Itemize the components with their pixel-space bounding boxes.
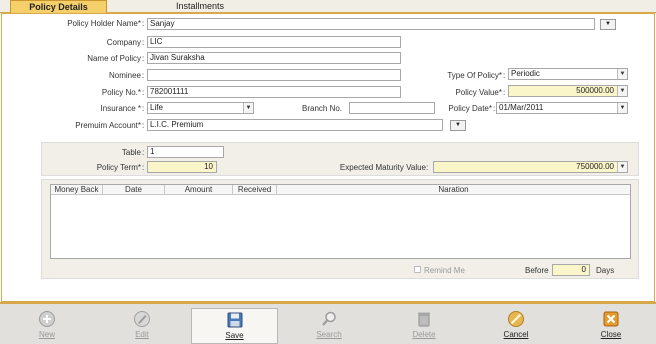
policy-no-field[interactable]: 782001111 xyxy=(147,86,401,98)
colon: : xyxy=(503,88,506,97)
remind-me-label: Remind Me xyxy=(424,266,465,275)
floppy-disk-icon xyxy=(227,312,242,328)
policy-holder-dropdown-button[interactable]: ▼ xyxy=(600,19,616,30)
search-button[interactable]: Search xyxy=(299,308,359,344)
table-field[interactable]: 1 xyxy=(147,146,224,158)
policy-value-field[interactable]: 500000.00 ▼ xyxy=(508,85,628,97)
policy-term-label: Policy Term* xyxy=(96,163,141,172)
company-label: Company xyxy=(106,38,141,47)
tab-bar: Policy Details Installments xyxy=(0,0,656,13)
trash-icon xyxy=(418,312,430,327)
before-days-field[interactable]: 0 xyxy=(552,264,590,276)
colon: : xyxy=(142,104,145,113)
colon: : xyxy=(142,88,145,97)
policy-date-label: Policy Date* xyxy=(448,104,492,113)
magnifier-icon xyxy=(322,311,336,326)
premium-account-label: Premuim Account* xyxy=(75,121,141,130)
cancel-icon xyxy=(508,311,524,327)
edit-button[interactable]: Edit xyxy=(112,308,172,344)
maturity-value-label: Expected Maturity Value xyxy=(339,163,426,172)
policy-value-label: Policy Value* xyxy=(455,88,502,97)
premium-account-dropdown-button[interactable]: ▼ xyxy=(450,120,466,131)
nominee-field[interactable] xyxy=(147,69,401,81)
new-button[interactable]: New xyxy=(17,308,77,344)
premium-account-field[interactable]: L.I.C. Premium xyxy=(147,119,443,131)
name-of-policy-field[interactable]: Jivan Suraksha xyxy=(147,52,401,64)
policy-date-field[interactable]: 01/Mar/2011 ▼ xyxy=(496,102,628,114)
close-button[interactable]: Close xyxy=(581,308,641,344)
type-of-policy-select[interactable]: Periodic ▼ xyxy=(508,68,628,80)
colon: : xyxy=(493,104,496,113)
colon: : xyxy=(142,163,145,172)
insurance-label: Insurance * xyxy=(100,104,141,113)
close-icon xyxy=(603,311,619,327)
colon: : xyxy=(142,54,145,63)
chevron-down-icon[interactable]: ▼ xyxy=(617,162,627,172)
maturity-value-field[interactable]: 750000.00 ▼ xyxy=(433,161,628,173)
column-date[interactable]: Date xyxy=(103,185,165,195)
colon: : xyxy=(142,71,145,80)
chevron-down-icon[interactable]: ▼ xyxy=(617,103,627,113)
policy-holder-label: Policy Holder Name* xyxy=(67,19,141,28)
colon: : xyxy=(426,163,429,172)
branch-no-field[interactable] xyxy=(349,102,435,114)
cancel-button[interactable]: Cancel xyxy=(486,308,546,344)
money-back-grid[interactable]: Money Back Date Amount Received Naration xyxy=(50,184,631,259)
colon: : xyxy=(142,121,145,130)
column-money-back[interactable]: Money Back xyxy=(51,185,103,195)
chevron-down-icon[interactable]: ▼ xyxy=(617,86,627,96)
before-label: Before xyxy=(525,266,549,275)
chevron-down-icon[interactable]: ▼ xyxy=(243,103,253,113)
column-amount[interactable]: Amount xyxy=(165,185,233,195)
insurance-select[interactable]: Life ▼ xyxy=(147,102,254,114)
remind-me-checkbox[interactable] xyxy=(414,266,421,273)
insurance-value: Life xyxy=(150,103,163,112)
chevron-down-icon[interactable]: ▼ xyxy=(617,69,627,79)
maturity-value-amount: 750000.00 xyxy=(576,162,614,171)
company-field[interactable]: LIC xyxy=(147,36,401,48)
policy-no-label: Policy No.* xyxy=(101,88,141,97)
tab-installments[interactable]: Installments xyxy=(160,0,240,13)
colon: : xyxy=(503,71,506,80)
pencil-icon xyxy=(134,311,150,327)
table-label: Table xyxy=(121,148,141,157)
nominee-label: Nominee xyxy=(108,71,141,80)
colon: : xyxy=(142,148,145,157)
column-naration[interactable]: Naration xyxy=(277,185,630,195)
column-received[interactable]: Received xyxy=(233,185,277,195)
branch-no-label: Branch No. xyxy=(302,104,343,113)
days-label: Days xyxy=(596,266,615,275)
tab-policy-details[interactable]: Policy Details xyxy=(10,0,107,13)
type-of-policy-value: Periodic xyxy=(511,69,540,78)
plus-icon xyxy=(39,311,55,327)
save-button[interactable]: Save xyxy=(191,308,278,344)
name-of-policy-label: Name of Policy xyxy=(87,54,141,63)
colon: : xyxy=(142,19,145,28)
policy-date-value: 01/Mar/2011 xyxy=(499,103,544,112)
policy-holder-field[interactable]: Sanjay xyxy=(147,18,595,30)
policy-term-field[interactable]: 10 xyxy=(147,161,217,173)
delete-button[interactable]: Delete xyxy=(394,308,454,344)
type-of-policy-label: Type Of Policy* xyxy=(447,71,502,80)
grid-header: Money Back Date Amount Received Naration xyxy=(51,185,630,195)
money-back-section: Money Back Date Amount Received Naration xyxy=(41,179,639,279)
policy-value-amount: 500000.00 xyxy=(576,86,614,95)
action-toolbar: New Edit Save Search Delete Cancel Close xyxy=(0,302,656,344)
colon: : xyxy=(142,38,145,47)
